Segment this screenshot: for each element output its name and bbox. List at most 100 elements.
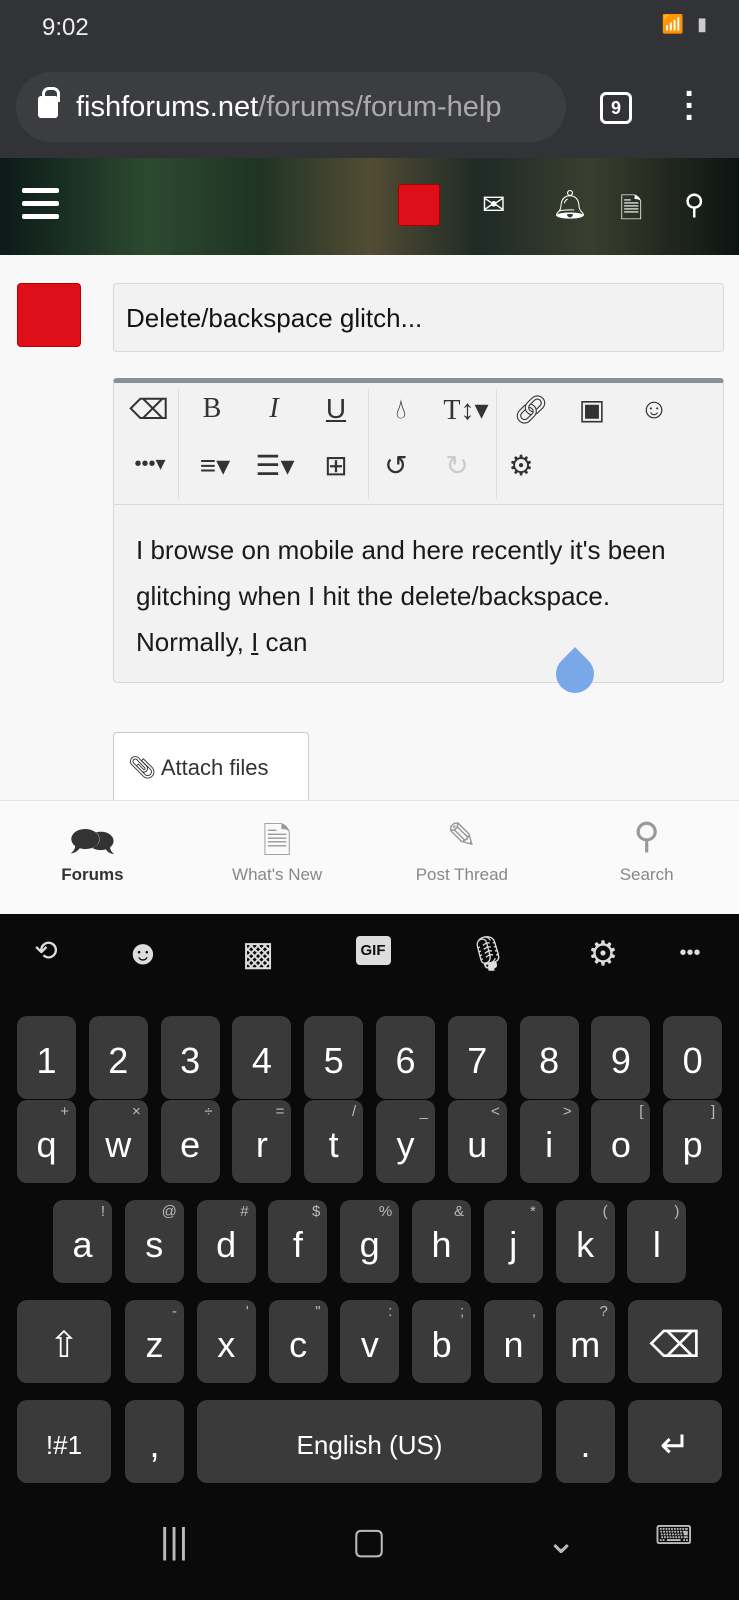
key-r[interactable]: r = xyxy=(232,1100,292,1183)
key-j[interactable]: j * xyxy=(483,1200,543,1283)
key-t[interactable]: t / xyxy=(304,1100,364,1183)
key-l[interactable]: l) xyxy=(627,1200,687,1283)
key-s[interactable]: s @ xyxy=(124,1200,184,1283)
key-label: e xyxy=(180,1124,201,1165)
key-i[interactable]: i > xyxy=(519,1100,579,1183)
align-icon[interactable]: ≡▾ xyxy=(187,449,243,482)
more-icon[interactable]: ••• xyxy=(660,942,720,965)
backspace-key[interactable]: ⌫ xyxy=(628,1300,722,1383)
key-label: l xyxy=(652,1224,661,1265)
text-size-icon[interactable]: T↕▾ xyxy=(436,393,496,427)
emoji-icon[interactable]: ☻ xyxy=(113,934,173,973)
key-secondary-label: < xyxy=(491,1103,500,1120)
key-7[interactable]: 7 xyxy=(447,1016,507,1099)
key-g[interactable]: g% xyxy=(340,1200,400,1283)
italic-icon[interactable]: I xyxy=(249,393,299,425)
key-1[interactable]: 1 xyxy=(17,1016,76,1099)
bell-icon[interactable]: 🔔︎ xyxy=(552,188,588,221)
key-label: ⌫ xyxy=(649,1324,701,1365)
key-c[interactable]: c " xyxy=(268,1300,328,1383)
key-n[interactable]: n, xyxy=(484,1300,543,1383)
list-icon[interactable]: ☰▾ xyxy=(247,449,303,482)
key-k[interactable]: k( xyxy=(555,1200,615,1283)
address-bar[interactable]: fishforums.net/forums/forum-help xyxy=(16,72,566,142)
microphone-icon[interactable]: 🎙︎ xyxy=(458,934,518,974)
comma-key[interactable]: , xyxy=(125,1400,184,1483)
recent-apps-button[interactable]: ||| xyxy=(160,1520,188,1562)
key-5[interactable]: 5 xyxy=(304,1016,364,1099)
key-0[interactable]: 0 xyxy=(663,1016,723,1099)
enter-key[interactable]: ↵ xyxy=(628,1400,722,1483)
eraser-icon[interactable]: ⌫ xyxy=(124,393,174,426)
key-secondary-label: & xyxy=(453,1203,464,1220)
nav-forums[interactable]: 🗪 Forums xyxy=(0,801,185,914)
key-label: n xyxy=(503,1324,524,1365)
key-6[interactable]: 6 xyxy=(376,1016,435,1099)
key-f[interactable]: f $ xyxy=(268,1200,328,1283)
key-b[interactable]: b; xyxy=(412,1300,472,1383)
mail-icon[interactable]: ✉ xyxy=(482,188,505,221)
divider xyxy=(178,389,179,499)
key-secondary-label: @ xyxy=(161,1203,177,1220)
key-label: b xyxy=(431,1324,452,1365)
color-icon[interactable]: 💧︎ xyxy=(376,393,426,426)
translate-icon[interactable]: ⟲ xyxy=(16,934,76,967)
key-9[interactable]: 9 xyxy=(591,1016,651,1099)
key-d[interactable]: d # xyxy=(196,1200,256,1283)
nav-post-thread[interactable]: ✎ Post Thread xyxy=(370,801,555,914)
key-secondary-label: ] xyxy=(711,1103,716,1120)
more-icon[interactable]: •••▾ xyxy=(122,451,178,476)
nav-whats-new[interactable]: 🗎 What's New xyxy=(185,801,370,914)
shift-key[interactable]: ⇧ xyxy=(17,1300,111,1383)
key-secondary-label: ! xyxy=(100,1203,105,1220)
key-3[interactable]: 3 xyxy=(160,1016,220,1099)
key-m[interactable]: m? xyxy=(555,1300,615,1383)
smiley-icon[interactable]: ☺ xyxy=(629,393,679,425)
period-key[interactable]: . xyxy=(556,1400,615,1483)
message-editor[interactable]: ⌫ B I U 💧︎ T↕▾ 🔗︎ ▣ ☺ •••▾ ≡▾ ☰▾ ⊞ ↺ ↻ ⚙… xyxy=(113,378,724,683)
link-icon[interactable]: 🔗︎ xyxy=(506,393,556,426)
document-icon[interactable]: 🗎 xyxy=(620,188,643,236)
redo-icon[interactable]: ↻ xyxy=(432,449,482,482)
back-button[interactable]: ⌄ xyxy=(546,1520,576,1562)
settings-icon[interactable]: ⚙ xyxy=(496,449,546,482)
keyboard-hide-button[interactable]: ⌨ xyxy=(655,1520,693,1551)
gif-button[interactable]: GIF xyxy=(355,936,391,965)
key-v[interactable]: v: xyxy=(340,1300,400,1383)
key-a[interactable]: a! xyxy=(53,1200,112,1283)
key-q[interactable]: q + xyxy=(17,1100,76,1183)
key-z[interactable]: z- xyxy=(125,1300,184,1383)
attach-label: Attach files xyxy=(160,755,269,780)
key-w[interactable]: w × xyxy=(88,1100,148,1183)
symbols-key[interactable]: !#1 xyxy=(17,1400,111,1483)
key-label: o xyxy=(610,1124,631,1165)
image-icon[interactable]: ▣ xyxy=(567,393,617,426)
key-2[interactable]: 2 xyxy=(88,1016,148,1099)
bold-icon[interactable]: B xyxy=(187,393,237,425)
message-body[interactable]: I browse on mobile and here recently it'… xyxy=(114,505,723,687)
key-p[interactable]: p] xyxy=(663,1100,723,1183)
home-button[interactable]: ▢ xyxy=(352,1520,386,1562)
key-8[interactable]: 8 xyxy=(519,1016,579,1099)
key-4[interactable]: 4 xyxy=(232,1016,292,1099)
key-y[interactable]: y _ xyxy=(376,1100,435,1183)
settings-icon[interactable]: ⚙ xyxy=(573,934,633,974)
sticker-icon[interactable]: ▩ xyxy=(228,934,288,974)
tab-switcher-button[interactable]: 9 xyxy=(600,92,632,124)
space-key[interactable]: English (US) xyxy=(197,1400,542,1483)
key-e[interactable]: e ÷ xyxy=(160,1100,220,1183)
key-o[interactable]: o[ xyxy=(591,1100,651,1183)
menu-icon[interactable] xyxy=(22,188,59,227)
browser-menu-icon[interactable]: · · · xyxy=(680,77,700,135)
thread-title-input[interactable]: Delete/backspace glitch... xyxy=(113,283,724,352)
nav-search[interactable]: ⚲ Search xyxy=(554,801,739,914)
key-x[interactable]: x ' xyxy=(196,1300,256,1383)
user-avatar-button[interactable] xyxy=(398,184,440,226)
undo-icon[interactable]: ↺ xyxy=(371,449,421,482)
key-h[interactable]: h & xyxy=(412,1200,471,1283)
key-label: r xyxy=(255,1124,268,1165)
table-icon[interactable]: ⊞ xyxy=(311,449,361,482)
search-icon[interactable]: ⚲ xyxy=(684,188,705,221)
underline-icon[interactable]: U xyxy=(311,393,361,425)
key-u[interactable]: u < xyxy=(447,1100,507,1183)
